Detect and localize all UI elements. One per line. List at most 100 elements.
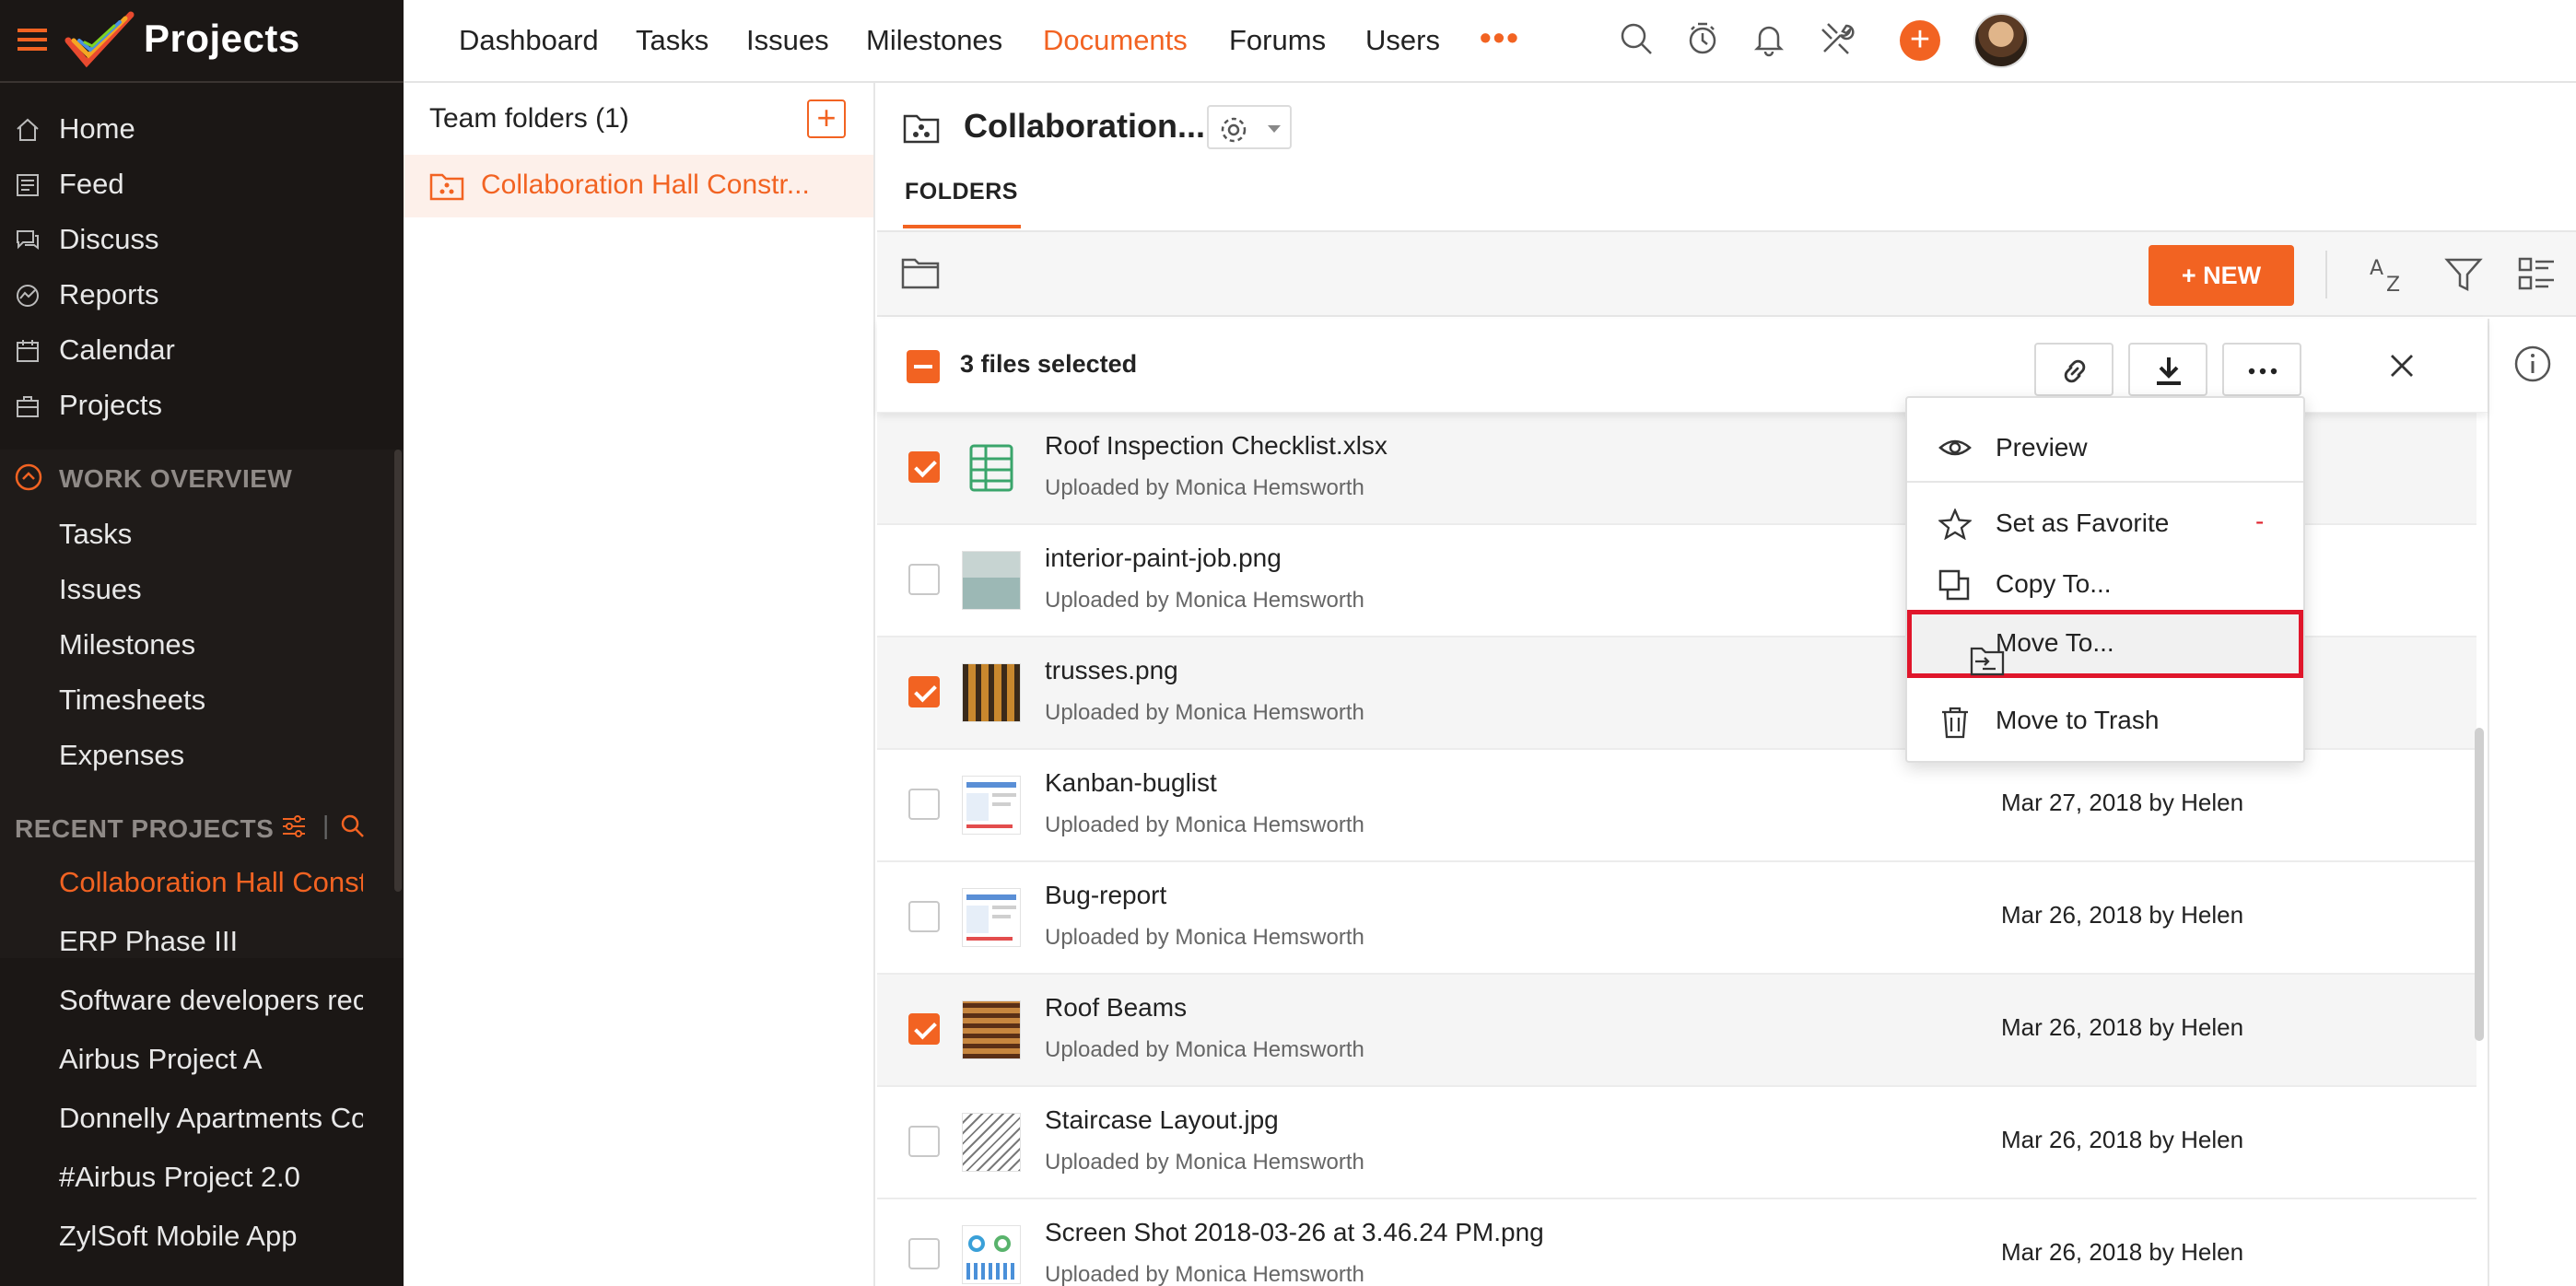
file-uploader: Uploaded by Monica Hemsworth xyxy=(1045,1150,1364,1175)
file-name[interactable]: Screen Shot 2018-03-26 at 3.46.24 PM.png xyxy=(1045,1218,1544,1247)
file-name[interactable]: interior-paint-job.png xyxy=(1045,544,1282,573)
recent-project-item[interactable]: Airbus Project A xyxy=(59,1043,363,1076)
team-folder-icon xyxy=(429,170,464,201)
sidebar-item-discuss[interactable]: Discuss xyxy=(0,212,404,267)
select-all-checkbox[interactable] xyxy=(907,350,940,383)
more-tabs-button[interactable]: ••• xyxy=(1480,18,1520,57)
search-icon[interactable] xyxy=(339,813,367,840)
menu-item-move-to[interactable]: Move To... xyxy=(1907,610,2303,678)
file-modified: Mar 26, 2018 by Helen xyxy=(2001,1013,2244,1041)
table-row[interactable]: Kanban-buglist Uploaded by Monica Hemswo… xyxy=(877,750,2476,862)
project-header: Collaboration... FOLDERS xyxy=(877,83,2576,230)
file-thumbnail xyxy=(962,1000,1021,1059)
tab-issues[interactable]: Issues xyxy=(746,24,829,57)
row-checkbox[interactable] xyxy=(908,1238,940,1269)
file-name[interactable]: Bug-report xyxy=(1045,881,1166,910)
sidebar-item-calendar[interactable]: Calendar xyxy=(0,322,404,378)
add-folder-button[interactable]: + xyxy=(807,99,846,138)
sidebar-item-projects[interactable]: Projects xyxy=(0,378,404,433)
search-icon[interactable] xyxy=(1618,20,1655,57)
menu-item-copy-to[interactable]: Copy To... xyxy=(1907,555,2303,614)
sidebar-item-expenses[interactable]: Expenses xyxy=(59,739,184,772)
row-checkbox[interactable] xyxy=(908,789,940,820)
file-name[interactable]: Roof Inspection Checklist.xlsx xyxy=(1045,431,1388,461)
sort-alphabetical-icon[interactable]: AZ xyxy=(2368,254,2408,295)
file-name[interactable]: trusses.png xyxy=(1045,656,1178,685)
filter-sliders-icon[interactable] xyxy=(280,813,308,840)
menu-item-label: Move to Trash xyxy=(1996,706,2160,734)
table-row[interactable]: Screen Shot 2018-03-26 at 3.46.24 PM.png… xyxy=(877,1199,2476,1286)
menu-item-set-favorite[interactable]: Set as Favorite - xyxy=(1907,494,2303,553)
row-checkbox[interactable] xyxy=(908,1126,940,1157)
menu-item-move-to-trash[interactable]: Move to Trash xyxy=(1907,691,2303,750)
recent-project-item[interactable]: Software developers recruitment xyxy=(59,984,363,1017)
sidebar-item-issues[interactable]: Issues xyxy=(59,573,142,606)
new-button[interactable]: + NEW xyxy=(2149,245,2294,306)
recent-project-item[interactable]: ZylSoft Mobile App xyxy=(59,1220,363,1253)
tab-users[interactable]: Users xyxy=(1365,24,1440,57)
sidebar-item-home[interactable]: Home xyxy=(0,101,404,157)
recent-projects-header: RECENT PROJECTS | xyxy=(0,805,404,851)
menu-item-preview[interactable]: Preview xyxy=(1907,418,2303,477)
close-icon[interactable] xyxy=(2388,352,2416,380)
filter-icon[interactable] xyxy=(2443,254,2484,295)
table-row[interactable]: Staircase Layout.jpg Uploaded by Monica … xyxy=(877,1087,2476,1199)
file-name[interactable]: Staircase Layout.jpg xyxy=(1045,1105,1279,1135)
tab-milestones[interactable]: Milestones xyxy=(866,24,1002,57)
user-avatar[interactable] xyxy=(1973,13,2029,68)
tab-dashboard[interactable]: Dashboard xyxy=(459,24,599,57)
row-checkbox[interactable] xyxy=(908,901,940,932)
timer-icon[interactable] xyxy=(1684,20,1721,57)
tab-folders[interactable]: FOLDERS xyxy=(905,179,1018,205)
work-overview-header[interactable]: WORK OVERVIEW xyxy=(0,450,404,507)
sidebar-item-label: Discuss xyxy=(59,223,159,255)
row-checkbox[interactable] xyxy=(908,676,940,707)
sidebar-item-reports[interactable]: Reports xyxy=(0,267,404,322)
file-name[interactable]: Roof Beams xyxy=(1045,993,1187,1023)
menu-item-label: Preview xyxy=(1996,433,2088,462)
sidebar-item-milestones[interactable]: Milestones xyxy=(59,628,195,661)
tab-tasks[interactable]: Tasks xyxy=(636,24,708,57)
recent-project-item[interactable]: Collaboration Hall Construction xyxy=(59,866,363,899)
work-overview-title: WORK OVERVIEW xyxy=(59,464,293,493)
menu-item-label: Set as Favorite xyxy=(1996,509,2170,537)
header-separator: | xyxy=(322,811,330,839)
collapse-chevron-icon[interactable] xyxy=(15,463,42,491)
tab-forums[interactable]: Forums xyxy=(1229,24,1326,57)
row-checkbox[interactable] xyxy=(908,1013,940,1045)
file-modified: Mar 27, 2018 by Helen xyxy=(2001,789,2244,816)
share-link-button[interactable] xyxy=(2034,343,2113,396)
file-thumbnail xyxy=(962,888,1021,947)
recent-project-item[interactable]: ERP Phase III xyxy=(59,925,363,958)
download-button[interactable] xyxy=(2128,343,2207,396)
tab-documents[interactable]: Documents xyxy=(1043,24,1188,57)
file-modified: Mar 26, 2018 by Helen xyxy=(2001,1126,2244,1153)
quick-add-button[interactable]: + xyxy=(1900,20,1940,61)
row-checkbox[interactable] xyxy=(908,564,940,595)
sidebar-item-feed[interactable]: Feed xyxy=(0,157,404,212)
folder-icon[interactable] xyxy=(901,256,940,289)
sidebar-item-tasks[interactable]: Tasks xyxy=(59,518,132,551)
recent-project-item[interactable]: Donnelly Apartments Construction xyxy=(59,1102,363,1135)
gear-icon xyxy=(1218,114,1249,146)
folder-item[interactable]: Collaboration Hall Constr... xyxy=(404,155,873,217)
recent-project-item[interactable]: #Airbus Project 2.0 xyxy=(59,1161,363,1194)
file-thumbnail xyxy=(962,1113,1021,1172)
sidebar-scrollbar[interactable] xyxy=(394,450,402,892)
table-row[interactable]: Roof Beams Uploaded by Monica Hemsworth … xyxy=(877,975,2476,1087)
notification-bell-icon[interactable] xyxy=(1751,20,1787,57)
info-icon[interactable] xyxy=(2513,345,2552,383)
project-settings-button[interactable] xyxy=(1207,105,1292,149)
top-navigation: Dashboard Tasks Issues Milestones Docume… xyxy=(404,0,2576,83)
sidebar-item-timesheets[interactable]: Timesheets xyxy=(59,684,205,717)
tools-icon[interactable] xyxy=(1819,20,1856,57)
list-view-icon[interactable] xyxy=(2517,254,2558,295)
file-thumbnail xyxy=(962,776,1021,835)
row-checkbox[interactable] xyxy=(908,451,940,483)
file-list-scrollbar[interactable] xyxy=(2475,728,2484,1041)
hamburger-menu-icon[interactable] xyxy=(17,24,48,55)
table-row[interactable]: Bug-report Uploaded by Monica Hemsworth … xyxy=(877,862,2476,975)
spreadsheet-icon xyxy=(962,438,1021,497)
more-actions-button[interactable] xyxy=(2222,343,2301,396)
file-name[interactable]: Kanban-buglist xyxy=(1045,768,1217,798)
